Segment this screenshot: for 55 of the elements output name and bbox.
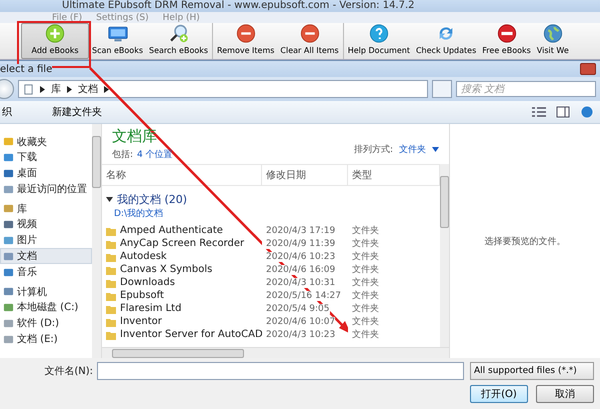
breadcrumb[interactable]: 库 — [51, 82, 61, 96]
dialog-button[interactable]: 打开(O) — [470, 385, 528, 403]
preview-message: 选择要预览的文件。 — [484, 236, 566, 248]
toolbar-button[interactable]: Add eBooks — [21, 23, 89, 59]
command-button[interactable]: 织 — [0, 105, 14, 119]
toolbar-button[interactable]: Search eBooks — [146, 23, 212, 59]
file-name[interactable]: Flaresim Ltd — [120, 303, 182, 314]
file-name[interactable]: Downloads — [120, 277, 175, 288]
group-title: 我的文档 (20) — [117, 192, 188, 207]
type-cell: 文件夹 — [348, 328, 379, 341]
toolbar-button[interactable]: Help Document — [344, 23, 413, 59]
filename-label: 文件名(N): — [44, 364, 93, 378]
nav-item[interactable]: 图片 — [0, 232, 92, 248]
library-title: 文档库 — [112, 127, 158, 146]
arrange-dropdown[interactable]: 文件夹 — [399, 142, 426, 156]
nav-item[interactable]: 本地磁盘 (C:) — [0, 299, 92, 315]
type-cell: 文件夹 — [348, 315, 379, 328]
nav-section[interactable]: 库 — [0, 201, 92, 216]
nav-item[interactable]: 桌面 — [0, 165, 92, 181]
nav-item[interactable]: 下载 — [0, 149, 92, 165]
file-name[interactable]: Autodesk — [120, 251, 167, 262]
nav-item[interactable]: 文档 (E:) — [0, 331, 92, 347]
file-name[interactable]: Epubsoft — [120, 290, 164, 301]
toolbar-button[interactable]: Check Updates — [412, 23, 480, 59]
locations-link[interactable]: 4 个位置 — [137, 148, 173, 161]
nav-item[interactable]: 软件 (D:) — [0, 315, 92, 331]
file-name[interactable]: Inventor — [120, 316, 162, 327]
nav-item[interactable]: 最近访问的位置 — [0, 181, 92, 197]
file-type-dropdown[interactable]: All supported files (*.*) — [470, 362, 594, 380]
dialog-title: elect a file — [0, 64, 52, 74]
dialog-button[interactable]: 取消 — [536, 385, 594, 403]
date-cell: 2020/4/3 10:23 — [262, 330, 336, 340]
nav-section[interactable]: 计算机 — [0, 284, 92, 299]
arrange-label: 排列方式: — [354, 144, 393, 156]
nav-item[interactable]: 视频 — [0, 216, 92, 232]
file-name[interactable]: Inventor Server for AutoCAD — [120, 329, 263, 340]
search-field[interactable]: 搜索 文档 — [456, 81, 596, 97]
command-button[interactable]: 新建文件夹 — [50, 105, 104, 119]
date-cell: 2020/4/9 11:39 — [262, 238, 336, 248]
column-header[interactable]: 修改日期 — [262, 165, 348, 185]
toolbar-button[interactable]: Remove Items — [214, 23, 278, 59]
toolbar-button[interactable]: Visit We — [534, 23, 572, 59]
file-name[interactable]: Canvas X Symbols — [120, 264, 212, 275]
nav-section[interactable]: 收藏夹 — [0, 134, 92, 149]
toolbar-button[interactable]: Clear All Items — [277, 23, 342, 59]
nav-item[interactable]: 文档 — [0, 248, 92, 264]
file-name[interactable]: Amped Authenticate — [120, 225, 223, 236]
includes-label: 包括: — [112, 148, 134, 161]
address-bar[interactable]: 库 文档 — [18, 80, 428, 98]
toolbar-button[interactable]: Free eBooks — [479, 23, 534, 59]
window-title: Ultimate EPubsoft DRM Removal - www.epubsoft.com - Version: 14.7.2 — [0, 0, 600, 12]
toolbar-button[interactable]: Scan eBooks — [89, 23, 146, 59]
breadcrumb[interactable]: 文档 — [78, 82, 98, 96]
file-name[interactable]: AnyCap Screen Recorder — [120, 238, 244, 249]
nav-item[interactable]: 音乐 — [0, 264, 92, 280]
